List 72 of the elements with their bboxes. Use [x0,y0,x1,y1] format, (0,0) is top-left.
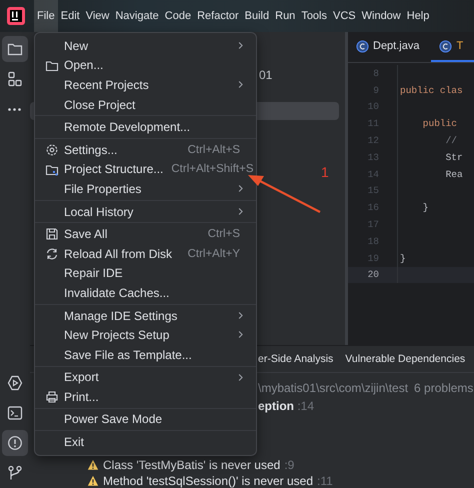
editor-tab[interactable]: T [431,32,474,62]
menu-bar-item[interactable]: Run [272,0,298,32]
menu-bar-item[interactable]: Tools [298,0,330,32]
menu-bar-item[interactable]: VCS [330,0,359,32]
problems-icon [6,435,22,451]
class-icon [439,40,452,52]
line-reference: :9 [284,458,294,472]
menu-bar-item[interactable]: File [34,0,58,32]
menu-item[interactable]: Exit [39,432,252,452]
printer-icon [45,390,59,404]
menu-item[interactable]: Print... [39,387,252,407]
menu-item[interactable]: Repair IDE [39,264,252,284]
menu-bar-item[interactable]: Help [404,0,432,32]
code-line: } [399,252,407,264]
line-number: 20 [348,266,398,284]
menu-item[interactable]: Open... [39,56,252,76]
menu-item[interactable]: Power Save Mode [39,410,252,430]
code-line: } [422,202,430,214]
panel-tab[interactable]: er-Side Analysis [258,353,334,365]
menu-bar-item[interactable]: Edit [58,0,83,32]
menu-bar-item[interactable]: Window [358,0,404,32]
problem-count: 6 problems [414,381,474,395]
menu-bar-item[interactable]: Code [162,0,194,32]
line-reference: :14 [297,399,314,413]
terminal-icon [6,405,22,421]
save-icon [45,227,59,242]
menu-bar-item[interactable]: Navigate [112,0,162,32]
tool-window-button[interactable] [2,36,28,62]
tool-window-button[interactable] [2,430,28,456]
menu-item[interactable]: New Projects Setup [39,325,252,345]
menu-item[interactable]: Invalidate Caches... [39,283,252,303]
class-icon [356,40,369,52]
problem-text: Class 'TestMyBatis' is never used [103,458,280,472]
line-reference: :11 [317,474,333,488]
code-line: Rea [444,168,464,180]
menu-item[interactable]: Local History [39,202,252,222]
menu-bar-item[interactable]: Refactor [194,0,242,32]
menu-item[interactable]: New [39,36,252,56]
settings-icon [45,142,59,157]
folder-icon [45,58,59,73]
app-logo[interactable] [6,6,26,26]
folder-grid-icon [45,162,59,177]
code-line: // [444,135,458,146]
menu-item[interactable]: Reload All from Disk Ctrl+Alt+Y [39,244,252,264]
warning-icon [87,459,99,471]
menu-item[interactable]: Recent Projects [39,75,252,95]
problem-text: Method 'testSqlSession()' is never used [103,474,314,488]
services-icon [6,375,22,391]
menu-item[interactable]: File Properties [39,179,252,199]
problem-text: eption [258,399,294,413]
code-line: Str [444,152,464,163]
structure-icon [6,71,22,87]
menu-item[interactable]: Remote Development... [39,117,252,137]
menu-item[interactable]: Close Project [39,94,252,114]
code-line: public clas [399,84,464,96]
menu-item[interactable]: Save All Ctrl+S [39,224,252,244]
folder-icon [6,41,22,57]
editor-tab[interactable]: Dept.java [348,32,432,62]
menu-item[interactable]: Save File as Template... [39,344,252,364]
more-icon [8,108,21,110]
menu-item[interactable]: Manage IDE Settings [39,306,252,326]
menu-bar-item[interactable]: View [82,0,112,32]
code-line: public [422,118,458,130]
panel-tab[interactable]: Vulnerable Dependencies [345,353,466,365]
menu-item[interactable]: Project Structure... Ctrl+Alt+Shift+S [39,160,252,180]
git-branch-icon [6,465,22,481]
reload-icon [45,246,59,261]
annotation-label: 1 [321,164,329,180]
menu-item[interactable]: Settings... Ctrl+Alt+S [39,140,252,160]
menu-bar-item[interactable]: Build [242,0,272,32]
menu-item[interactable]: Export [39,368,252,388]
file-path: \mybatis01\src\com\zijin\test [258,381,408,395]
